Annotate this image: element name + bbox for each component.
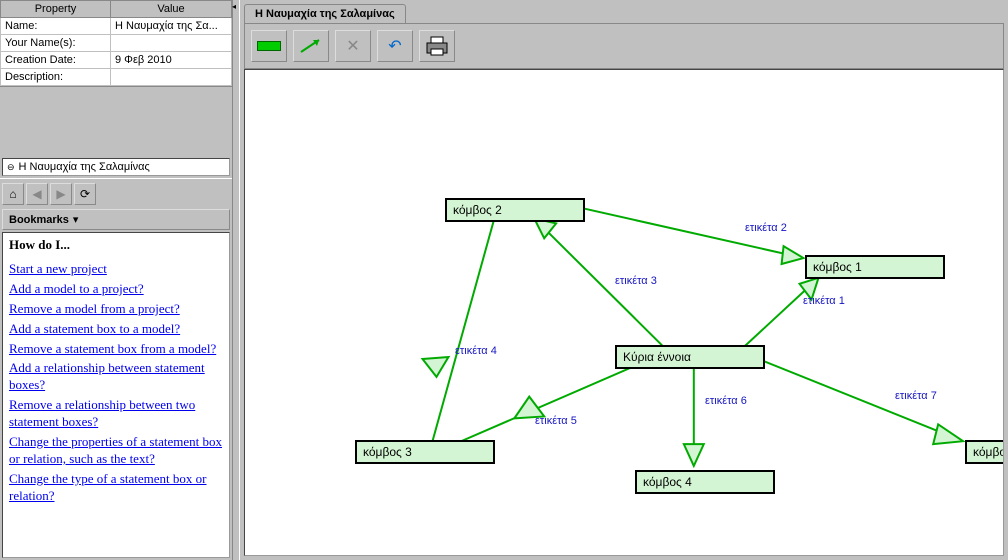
arrow-icon	[299, 36, 323, 56]
back-button[interactable]: ◀	[26, 183, 48, 205]
refresh-button[interactable]: ⟳	[74, 183, 96, 205]
table-row[interactable]: Your Name(s):	[1, 35, 232, 52]
table-row[interactable]: Name:Η Ναυμαχία της Σα...	[1, 18, 232, 35]
node-3[interactable]: κόμβος 3	[355, 440, 495, 464]
rectangle-icon	[257, 41, 281, 51]
prop-header-value[interactable]: Value	[111, 1, 232, 18]
node-5[interactable]: κόμβος 5	[965, 440, 1004, 464]
tree-toggle-icon[interactable]: ⊖	[7, 162, 15, 173]
splitter[interactable]: ◂	[232, 0, 240, 560]
delete-icon: ✕	[346, 36, 359, 56]
node-1[interactable]: κόμβος 1	[805, 255, 945, 279]
edge-label[interactable]: ετικέτα 4	[455, 345, 497, 357]
nav-toolbar: ⌂ ◀ ▶ ⟳	[0, 178, 232, 209]
right-panel: Η Ναυμαχία της Σαλαμίνας ✕ ↶	[240, 0, 1008, 560]
undo-icon: ↶	[388, 36, 401, 56]
help-link[interactable]: Change the properties of a statement box…	[9, 434, 223, 468]
edge-label[interactable]: ετικέτα 3	[615, 275, 657, 287]
tree-root[interactable]: ⊖ Η Ναυμαχία της Σαλαμίνας	[2, 158, 230, 176]
node-2[interactable]: κόμβος 2	[445, 198, 585, 222]
help-link[interactable]: Remove a relationship between two statem…	[9, 397, 223, 431]
forward-icon: ▶	[56, 187, 65, 201]
add-node-button[interactable]	[251, 30, 287, 62]
help-title: How do I...	[9, 237, 223, 253]
left-panel: Property Value Name:Η Ναυμαχία της Σα...…	[0, 0, 232, 560]
forward-button[interactable]: ▶	[50, 183, 72, 205]
prop-header-property[interactable]: Property	[1, 1, 111, 18]
tree-root-label: Η Ναυμαχία της Σαλαμίνας	[19, 161, 150, 173]
table-row[interactable]: Description:	[1, 69, 232, 86]
add-arrow-button[interactable]	[293, 30, 329, 62]
help-panel[interactable]: How do I... Start a new project Add a mo…	[2, 232, 230, 558]
tab-bar: Η Ναυμαχία της Σαλαμίνας	[240, 0, 1008, 23]
edge-label[interactable]: ετικέτα 2	[745, 222, 787, 234]
bookmarks-dropdown[interactable]: Bookmarks ▾	[2, 209, 230, 230]
print-button[interactable]	[419, 30, 455, 62]
home-button[interactable]: ⌂	[2, 183, 24, 205]
canvas[interactable]: κόμβος 2 κόμβος 1 Κύρια έννοια κόμβος 3 …	[244, 69, 1004, 556]
edges-layer	[245, 70, 1003, 555]
splitter-arrow-icon: ◂	[232, 2, 236, 11]
tab-model[interactable]: Η Ναυμαχία της Σαλαμίνας	[244, 4, 406, 23]
properties-table: Property Value Name:Η Ναυμαχία της Σα...…	[0, 0, 232, 86]
undo-button[interactable]: ↶	[377, 30, 413, 62]
edge-label[interactable]: ετικέτα 7	[895, 390, 937, 402]
dropdown-icon: ▾	[73, 213, 79, 226]
help-link[interactable]: Start a new project	[9, 261, 223, 278]
help-link[interactable]: Change the type of a statement box or re…	[9, 471, 223, 505]
refresh-icon: ⟳	[80, 187, 90, 201]
help-link[interactable]: Remove a model from a project?	[9, 301, 223, 318]
home-icon: ⌂	[9, 187, 16, 201]
printer-icon	[425, 35, 449, 57]
node-4[interactable]: κόμβος 4	[635, 470, 775, 494]
edge-label[interactable]: ετικέτα 6	[705, 395, 747, 407]
delete-button[interactable]: ✕	[335, 30, 371, 62]
back-icon: ◀	[32, 187, 41, 201]
toolbar: ✕ ↶	[244, 23, 1004, 69]
help-link[interactable]: Add a statement box to a model?	[9, 321, 223, 338]
help-link[interactable]: Add a relationship between statement box…	[9, 360, 223, 394]
bookmarks-label: Bookmarks	[9, 214, 69, 226]
help-link[interactable]: Remove a statement box from a model?	[9, 341, 223, 358]
table-row[interactable]: Creation Date:9 Φεβ 2010	[1, 52, 232, 69]
node-main[interactable]: Κύρια έννοια	[615, 345, 765, 369]
edge-label[interactable]: ετικέτα 5	[535, 415, 577, 427]
help-link[interactable]: Add a model to a project?	[9, 281, 223, 298]
props-spacer	[0, 86, 232, 156]
edge-label[interactable]: ετικέτα 1	[803, 295, 845, 307]
